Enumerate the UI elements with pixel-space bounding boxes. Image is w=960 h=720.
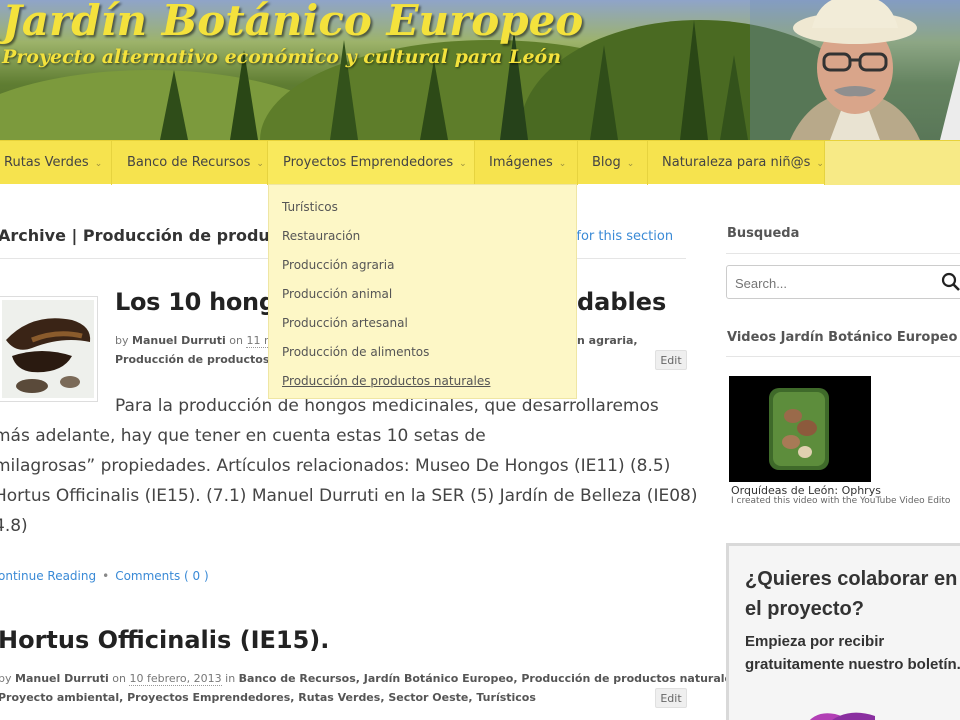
- newsletter-title: ¿Quieres colaborar en el proyecto?: [745, 568, 958, 620]
- nav-item-label: Imágenes: [489, 155, 553, 170]
- site-header: Jardín Botánico Europeo Proyecto alterna…: [0, 0, 960, 140]
- post-date[interactable]: 10 febrero, 2013: [129, 672, 222, 686]
- video-description: I created this video with the YouTube Vi…: [731, 496, 951, 506]
- orchid-video-thumbnail: [729, 376, 871, 482]
- header-tree: [680, 20, 708, 140]
- dropdown-item-turisticos[interactable]: Turísticos: [282, 200, 338, 214]
- separator-dot: •: [102, 569, 110, 583]
- continue-reading-link[interactable]: ontinue Reading: [0, 569, 96, 583]
- nav-item-rutas-verdes[interactable]: Rutas Verdes ⌄: [0, 141, 112, 185]
- search-widget-title: Busqueda: [727, 226, 800, 241]
- search-icon[interactable]: [941, 272, 960, 292]
- chevron-down-icon: ⌄: [94, 159, 103, 169]
- post-categories[interactable]: Proyecto ambiental, Proyectos Emprendedo…: [0, 691, 536, 704]
- header-tree: [720, 55, 748, 140]
- post-links: ontinue Reading • Comments ( 0 ): [0, 569, 209, 583]
- post-excerpt-line: 4.8): [0, 516, 28, 536]
- post-title[interactable]: Los 10 hongo: [115, 288, 292, 316]
- nav-item-label: Rutas Verdes: [4, 155, 89, 170]
- author-portrait: [750, 0, 960, 140]
- site-tagline: Proyecto alternativo económico y cultura…: [2, 46, 562, 68]
- nav-spacer: [825, 141, 960, 185]
- dropdown-item-produccion-de-productos-naturales[interactable]: Producción de productos naturales: [282, 374, 490, 388]
- post-excerpt-line: Para la producción de hongos medicinales…: [115, 396, 659, 416]
- meta-on: on: [112, 672, 126, 685]
- dropdown-item-produccion-artesanal[interactable]: Producción artesanal: [282, 316, 408, 330]
- chevron-down-icon: ⌄: [816, 159, 824, 169]
- divider: [726, 253, 960, 254]
- meta-in: in: [225, 672, 236, 685]
- post-categories[interactable]: Banco de Recursos, Jardín Botánico Europ…: [239, 672, 743, 685]
- rss-feed-link[interactable]: d for this section: [564, 229, 673, 244]
- nav-item-blog[interactable]: Blog ⌄: [578, 141, 648, 185]
- nav-item-proyectos-emprendedores[interactable]: Proyectos Emprendedores ⌄: [268, 141, 475, 185]
- meta-by: by: [0, 672, 12, 685]
- chevron-down-icon: ⌄: [256, 159, 264, 169]
- newsletter-widget: ¿Quieres colaborar en el proyecto? Empie…: [726, 543, 960, 720]
- nav-dropdown-menu: Turísticos Restauración Producción agrar…: [268, 184, 577, 399]
- nav-item-imagenes[interactable]: Imágenes ⌄: [475, 141, 578, 185]
- post-author-link[interactable]: Manuel Durruti: [15, 672, 109, 685]
- post-title-end[interactable]: dables: [577, 288, 666, 316]
- category-label: n agraria,: [577, 334, 638, 347]
- edit-button[interactable]: Edit: [655, 688, 687, 708]
- post-meta: by Manuel Durruti on 10 febrero, 2013 in…: [0, 672, 743, 686]
- header-tree: [420, 60, 448, 140]
- header-tree: [160, 70, 188, 140]
- search-box: [726, 265, 960, 299]
- nav-item-banco-de-recursos[interactable]: Banco de Recursos ⌄: [112, 141, 268, 185]
- chevron-down-icon: ⌄: [459, 159, 467, 169]
- video-player[interactable]: [729, 376, 871, 482]
- edit-button[interactable]: Edit: [655, 350, 687, 370]
- dropdown-item-produccion-agraria[interactable]: Producción agraria: [282, 258, 394, 272]
- post-category-link[interactable]: n agraria,: [577, 334, 638, 347]
- post-thumbnail[interactable]: [0, 296, 98, 402]
- post-author-link[interactable]: Manuel Durruti: [132, 334, 226, 347]
- search-input[interactable]: [735, 273, 935, 293]
- dropdown-item-produccion-de-alimentos[interactable]: Producción de alimentos: [282, 345, 429, 359]
- dropdown-item-produccion-animal[interactable]: Producción animal: [282, 287, 392, 301]
- dropdown-item-restauracion[interactable]: Restauración: [282, 229, 360, 243]
- meta-by: by: [115, 334, 129, 347]
- nav-item-label: Naturaleza para niñ@s: [662, 155, 811, 170]
- post-excerpt-line: milagrosas” propiedades. Artículos relac…: [0, 456, 671, 476]
- comments-link[interactable]: Comments ( 0 ): [115, 569, 209, 583]
- post-title[interactable]: Hortus Officinalis (IE15).: [0, 626, 329, 654]
- site-title[interactable]: Jardín Botánico Europeo: [2, 0, 583, 45]
- newsletter-text: Empieza por recibir gratuitamente nuestr…: [745, 633, 960, 673]
- post-excerpt-line: más adelante, hay que tener en cuenta es…: [0, 426, 486, 446]
- videos-widget-title: Videos Jardín Botánico Europeo: [727, 330, 958, 345]
- nav-item-naturaleza-para-ninos[interactable]: Naturaleza para niñ@s ⌄: [648, 141, 825, 185]
- main-nav: Rutas Verdes ⌄ Banco de Recursos ⌄ Proyect…: [0, 140, 960, 185]
- mushroom-image: [2, 300, 94, 398]
- divider: [726, 356, 960, 357]
- nav-item-label: Proyectos Emprendedores: [283, 155, 454, 170]
- meta-on: on: [229, 334, 243, 347]
- header-tree: [590, 45, 618, 140]
- nav-item-label: Banco de Recursos: [127, 155, 251, 170]
- post-meta: by Manuel Durruti on 11 may: [115, 334, 288, 348]
- nav-item-label: Blog: [592, 155, 621, 170]
- post-excerpt-line: Hortus Officinalis (IE15). (7.1) Manuel …: [0, 486, 698, 506]
- chevron-down-icon: ⌄: [558, 159, 567, 169]
- newsletter-logo: [809, 712, 875, 720]
- chevron-down-icon: ⌄: [626, 159, 635, 169]
- post-meta-line2: Proyecto ambiental, Proyectos Emprendedo…: [0, 691, 536, 704]
